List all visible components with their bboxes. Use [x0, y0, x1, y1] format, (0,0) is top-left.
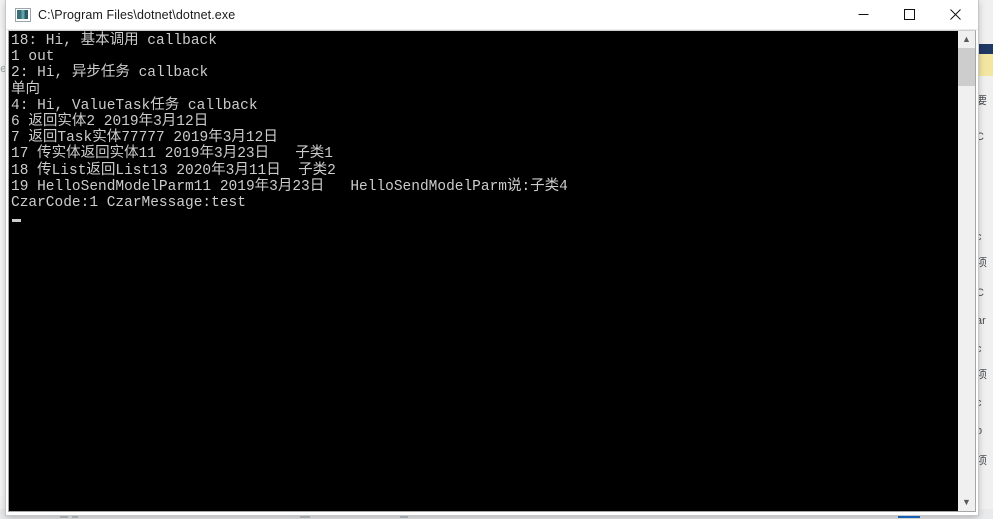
console-window: C:\Program Files\dotnet\dotnet.exe 18: H… [6, 0, 978, 515]
scrollbar-down-arrow[interactable]: ▼ [958, 494, 975, 511]
console-line: 2: Hi, 异步任务 callback [11, 65, 209, 82]
maximize-icon [903, 9, 915, 20]
console-line: 7 返回Task实体77777 2019年3月12日 [11, 130, 278, 147]
close-icon [949, 9, 961, 20]
console-line: 19 HelloSendModelParm11 2019年3月23日 Hello… [11, 178, 568, 195]
console-line: 单向 [11, 81, 40, 98]
console-output[interactable]: 18: Hi, 基本调用 callback 1 out 2: Hi, 异步任务 … [9, 31, 957, 511]
console-line: 1 out [11, 49, 55, 66]
console-line: 4: Hi, ValueTask任务 callback [11, 97, 258, 114]
scrollbar-thumb[interactable] [958, 48, 975, 86]
title-bar[interactable]: C:\Program Files\dotnet\dotnet.exe [6, 0, 978, 30]
close-button[interactable] [932, 0, 978, 29]
console-scrollbar[interactable]: ▲ ▼ [957, 31, 975, 511]
console-line: 18: Hi, 基本调用 callback [11, 33, 217, 49]
console-line: 17 传实体返回实体11 2019年3月23日 子类1 [11, 146, 333, 163]
console-app-icon [15, 7, 31, 23]
window-title: C:\Program Files\dotnet\dotnet.exe [38, 7, 236, 22]
scrollbar-track[interactable] [958, 48, 975, 494]
console-line: 18 传List返回List13 2020年3月11日 子类2 [11, 162, 336, 179]
minimize-icon [858, 14, 868, 15]
window-controls [840, 0, 978, 29]
console-area: 18: Hi, 基本调用 callback 1 out 2: Hi, 异步任务 … [8, 30, 976, 512]
console-cursor [12, 219, 21, 222]
scrollbar-up-arrow[interactable]: ▲ [958, 31, 975, 48]
screen-root: 2 1 er 1 1 1 1 1 1 1 1 1 1 1 1 1 1 1 1 要… [0, 0, 993, 519]
maximize-button[interactable] [886, 0, 932, 29]
console-line: CzarCode:1 CzarMessage:test [11, 195, 246, 212]
minimize-button[interactable] [840, 0, 886, 29]
console-line: 6 返回实体2 2019年3月12日 [11, 114, 209, 131]
